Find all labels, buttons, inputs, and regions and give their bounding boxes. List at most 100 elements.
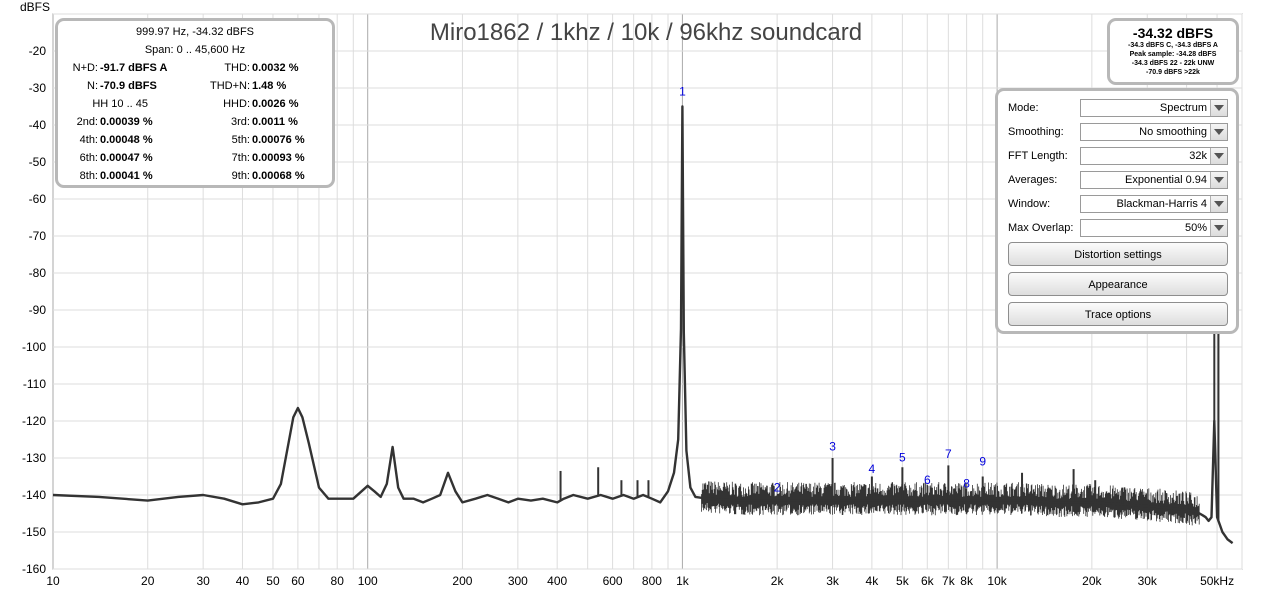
x-tick-label: 1k <box>676 574 690 588</box>
metric-label: THD+N: <box>209 80 250 92</box>
metric-label: THD: <box>224 62 250 74</box>
harmonic-marker: 5 <box>899 451 906 465</box>
metric-value: 0.0026 % <box>252 98 299 110</box>
y-tick-label: -120 <box>22 414 46 428</box>
y-tick-label: -70 <box>29 229 47 243</box>
mode-select[interactable]: Spectrum <box>1080 99 1228 117</box>
fft-length-value: 32k <box>1189 150 1207 162</box>
metric-value: 0.00048 % <box>100 134 153 146</box>
metric-label: 3rd: <box>231 116 250 128</box>
averages-select[interactable]: Exponential 0.94 <box>1080 171 1228 189</box>
y-tick-label: -140 <box>22 488 46 502</box>
measurement-panel: 999.97 Hz, -34.32 dBFS Span: 0 .. 45,600… <box>55 18 335 188</box>
metric-label: 2nd: <box>76 116 98 128</box>
metric-label: 4th: <box>79 134 98 146</box>
x-tick-label: 5k <box>896 574 910 588</box>
averages-row: Averages: Exponential 0.94 <box>1008 171 1230 191</box>
x-tick-label: 200 <box>452 574 472 588</box>
mode-row: Mode: Spectrum <box>1008 99 1230 119</box>
x-tick-label: 4k <box>866 574 880 588</box>
fft-length-select[interactable]: 32k <box>1080 147 1228 165</box>
smoothing-value: No smoothing <box>1139 126 1207 138</box>
metric-label: 7th: <box>231 152 250 164</box>
max-overlap-row: Max Overlap: 50% <box>1008 219 1230 239</box>
harmonic-marker: 2 <box>774 480 781 494</box>
trace-options-button[interactable]: Trace options <box>1008 302 1228 326</box>
x-tick-label: 20 <box>141 574 155 588</box>
window-value: Blackman-Harris 4 <box>1116 198 1207 210</box>
harmonic-marker: 8 <box>963 477 970 491</box>
chevron-down-icon <box>1210 172 1227 188</box>
y-tick-label: -80 <box>29 266 47 280</box>
y-tick-label: -100 <box>22 340 46 354</box>
metric-label: 5th: <box>231 134 250 146</box>
averages-label: Averages: <box>1008 174 1058 186</box>
y-tick-label: -20 <box>29 44 47 58</box>
max-overlap-value: 50% <box>1184 222 1207 234</box>
settings-panel: Mode: Spectrum Smoothing: No smoothing F… <box>995 88 1239 334</box>
harmonic-marker: 1 <box>679 84 686 98</box>
max-overlap-select[interactable]: 50% <box>1080 219 1228 237</box>
smoothing-row: Smoothing: No smoothing <box>1008 123 1230 143</box>
y-tick-label: -110 <box>23 377 46 391</box>
metric-value: 0.00041 % <box>100 170 153 182</box>
averages-value: Exponential 0.94 <box>1125 174 1207 186</box>
x-tick-label: 7k <box>942 574 956 588</box>
level-line-4: -70.9 dBFS >22k <box>1146 69 1200 76</box>
window-select[interactable]: Blackman-Harris 4 <box>1080 195 1228 213</box>
y-tick-label: -60 <box>29 192 47 206</box>
y-tick-label: -50 <box>29 155 47 169</box>
x-tick-label: 10k <box>987 574 1007 588</box>
fft-length-label: FFT Length: <box>1008 150 1068 162</box>
chevron-down-icon <box>1210 220 1227 236</box>
x-tick-label: 100 <box>358 574 378 588</box>
metric-value: 0.0032 % <box>252 62 299 74</box>
metric-label: 6th: <box>79 152 98 164</box>
y-tick-label: -30 <box>29 81 47 95</box>
x-tick-label: 60 <box>291 574 305 588</box>
y-axis-label: dBFS <box>20 0 50 14</box>
x-tick-label: 20k <box>1082 574 1102 588</box>
level-panel: -34.32 dBFS -34.3 dBFS C, -34.3 dBFS A P… <box>1107 18 1239 85</box>
metric-label: HH 10 .. 45 <box>92 98 148 110</box>
x-tick-label: 50kHz <box>1200 574 1234 588</box>
x-tick-label: 400 <box>547 574 567 588</box>
y-tick-label: -90 <box>29 303 47 317</box>
metric-value: 1.48 % <box>252 80 287 92</box>
distortion-settings-button[interactable]: Distortion settings <box>1008 242 1228 266</box>
level-line-3: -34.3 dBFS 22 - 22k UNW <box>1131 60 1215 67</box>
chevron-down-icon <box>1210 100 1227 116</box>
x-tick-label: 3k <box>826 574 840 588</box>
window-label: Window: <box>1008 198 1051 210</box>
x-tick-label: 80 <box>331 574 345 588</box>
harmonic-marker: 3 <box>829 440 836 454</box>
metric-value: 0.00068 % <box>252 170 305 182</box>
fft-length-row: FFT Length: 32k <box>1008 147 1230 167</box>
mode-label: Mode: <box>1008 102 1039 114</box>
metric-value: -70.9 dBFS <box>100 80 157 92</box>
y-tick-label: -40 <box>29 118 47 132</box>
x-tick-label: 40 <box>236 574 250 588</box>
chart-title: Miro1862 / 1khz / 10k / 96khz soundcard <box>430 19 862 46</box>
x-tick-label: 600 <box>603 574 623 588</box>
span-readout: Span: 0 .. 45,600 Hz <box>144 44 246 56</box>
cursor-readout: 999.97 Hz, -34.32 dBFS <box>135 26 254 38</box>
harmonic-marker: 7 <box>945 447 952 461</box>
max-overlap-label: Max Overlap: <box>1008 222 1074 234</box>
appearance-button[interactable]: Appearance <box>1008 272 1228 296</box>
metric-label: 8th: <box>79 170 98 182</box>
x-tick-label: 2k <box>771 574 785 588</box>
chevron-down-icon <box>1210 124 1227 140</box>
metric-value: 0.00039 % <box>100 116 153 128</box>
harmonic-marker: 6 <box>924 473 931 487</box>
chevron-down-icon <box>1210 196 1227 212</box>
window-row: Window: Blackman-Harris 4 <box>1008 195 1230 215</box>
metric-label: N: <box>87 80 98 92</box>
metric-value: 0.00093 % <box>252 152 305 164</box>
metric-value: 0.0011 % <box>252 116 298 128</box>
level-line-2: Peak sample: -34.28 dBFS <box>1129 51 1217 58</box>
chevron-down-icon <box>1210 148 1227 164</box>
metric-label: HHD: <box>223 98 250 110</box>
smoothing-select[interactable]: No smoothing <box>1080 123 1228 141</box>
x-tick-label: 800 <box>642 574 662 588</box>
